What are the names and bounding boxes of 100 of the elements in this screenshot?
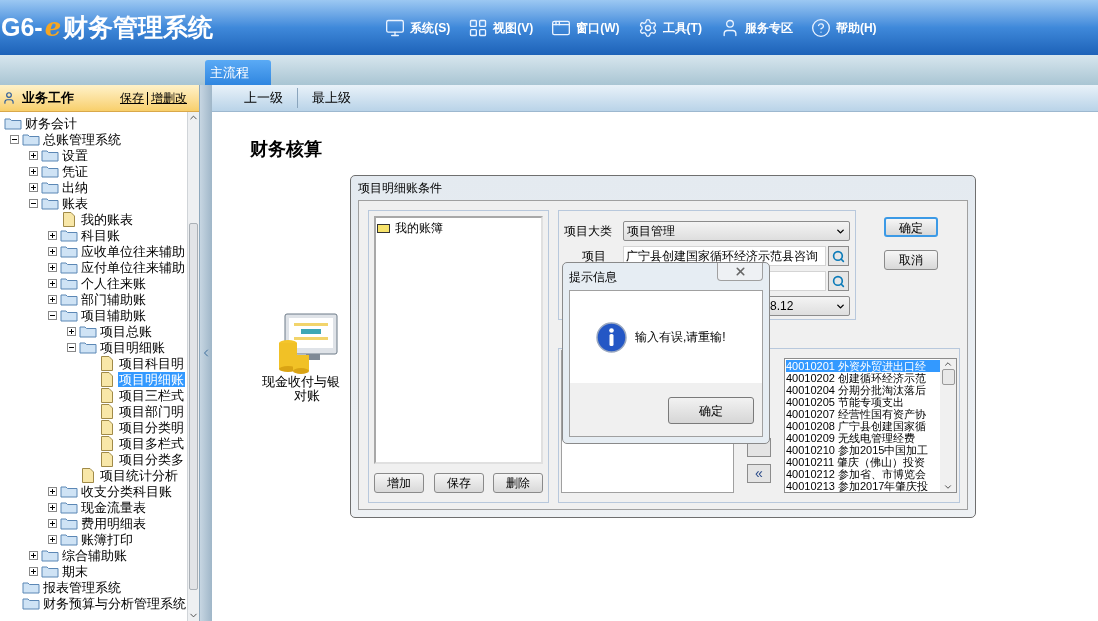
collapse-icon[interactable] [48, 310, 57, 320]
tree-item[interactable]: 项目部门明 [118, 403, 185, 419]
tree-item[interactable]: 财务会计 [24, 115, 78, 131]
tree-item[interactable]: 账表 [61, 195, 89, 211]
close-button[interactable] [717, 263, 763, 281]
tree-item[interactable]: 项目分类明 [118, 419, 185, 435]
tree-item[interactable]: 部门辅助账 [80, 291, 147, 307]
collapse-icon[interactable] [10, 134, 19, 144]
menu-item[interactable]: 系统(S) [410, 18, 451, 37]
dialog-button[interactable]: 删除 [493, 473, 543, 493]
menu-item[interactable]: 工具(T) [662, 18, 702, 37]
scrollbar-thumb[interactable] [189, 223, 198, 590]
scrollbar[interactable] [187, 112, 199, 621]
dialog-button[interactable]: 增加 [374, 473, 424, 493]
menu-item[interactable]: 视图(V) [493, 18, 534, 37]
tree-item[interactable]: 财务预算与分析管理系统 [42, 595, 187, 611]
tree-item[interactable]: 凭证 [61, 163, 89, 179]
search-button[interactable] [828, 271, 849, 291]
toolbar-button[interactable]: 最上级 [300, 88, 363, 108]
settings-icon[interactable] [637, 17, 658, 38]
collapse-icon[interactable] [29, 198, 38, 208]
expand-icon[interactable] [48, 278, 57, 288]
dialog-button[interactable]: 确定 [884, 217, 938, 237]
grid-icon[interactable] [468, 17, 489, 38]
tree-item[interactable]: 项目总账 [99, 323, 153, 339]
tree-item[interactable]: 应收单位往来辅助 [80, 243, 186, 259]
tree-item[interactable]: 个人往来账 [80, 275, 147, 291]
tree-item[interactable]: 期末 [61, 563, 89, 579]
expand-icon[interactable] [48, 246, 57, 256]
project-name: 外资外贸进出口经 [837, 360, 926, 372]
project-name: 肇庆（佛山）投资 [837, 456, 926, 468]
toolbar-button[interactable]: 上一级 [232, 88, 295, 108]
document-icon [101, 355, 113, 371]
expand-icon[interactable] [48, 262, 57, 272]
folder-icon [60, 308, 78, 322]
dialog-button[interactable]: 保存 [433, 473, 484, 493]
expand-icon[interactable] [48, 518, 57, 528]
tree-item[interactable]: 报表管理系统 [42, 579, 122, 595]
scroll-up-icon[interactable] [943, 359, 953, 369]
tree-item[interactable]: 项目明细账 [99, 339, 166, 355]
menu-item[interactable]: 帮助(H) [835, 18, 877, 37]
list-item[interactable]: 40010209 无线电管理经费 [786, 432, 940, 444]
list-item[interactable]: 40010202 创建循环经济示范 [786, 372, 940, 384]
expand-icon[interactable] [48, 502, 57, 512]
computer-coins-icon[interactable] [276, 313, 338, 375]
expand-icon[interactable] [48, 230, 57, 240]
node-label: 对账 [294, 389, 320, 403]
tree-item[interactable]: 费用明细表 [80, 515, 147, 531]
tree-item[interactable]: 项目科目明 [118, 355, 185, 371]
tree-item[interactable]: 科目账 [80, 227, 121, 243]
dialog-title: 项目明细账条件 [358, 180, 443, 197]
sidebar-link[interactable]: 保存 [120, 89, 144, 107]
scroll-down-icon[interactable] [943, 482, 953, 492]
list-item[interactable]: 40010212 参加省、市博览会 [786, 468, 940, 480]
list-item[interactable]: 40010211 肇庆（佛山）投资 [786, 456, 940, 468]
list-item[interactable]: 我的账簿 [395, 219, 443, 237]
expand-icon[interactable] [48, 294, 57, 304]
help-icon[interactable] [810, 17, 831, 38]
tree-item[interactable]: 项目多栏式 [118, 435, 185, 451]
tree-item[interactable]: 总账管理系统 [42, 131, 122, 147]
tree-item[interactable]: 项目三栏式 [118, 387, 185, 403]
tree-item[interactable]: 我的账表 [80, 211, 134, 227]
move-button[interactable]: « [747, 464, 771, 483]
search-button[interactable] [828, 246, 849, 266]
dialog-button[interactable]: 取消 [884, 250, 938, 270]
document-icon [101, 403, 113, 419]
expand-icon[interactable] [48, 534, 57, 544]
sidebar-link[interactable]: 增删改 [151, 89, 187, 107]
list-item[interactable]: 40010205 节能专项支出 [786, 396, 940, 408]
tree-item[interactable]: 项目辅助账 [80, 307, 147, 323]
expand-icon[interactable] [48, 486, 57, 496]
menu-item[interactable]: 服务专区 [744, 18, 793, 37]
ok-button[interactable]: 确定 [668, 397, 754, 424]
expand-icon[interactable] [67, 326, 76, 336]
close-icon[interactable] [733, 265, 747, 278]
tree-item[interactable]: 收支分类科目账 [80, 483, 173, 499]
expand-icon[interactable] [29, 150, 38, 160]
tree-item[interactable]: 综合辅助账 [61, 547, 128, 563]
tree-item[interactable]: 项目统计分析 [99, 467, 179, 483]
list-item[interactable]: 40010207 经营性国有资产协 [786, 408, 940, 420]
tree-item[interactable]: 现金流量表 [80, 499, 147, 515]
list-item[interactable]: 40010213 参加2017年肇庆投 [786, 480, 940, 492]
collapse-icon[interactable] [67, 342, 76, 352]
list-item[interactable]: 40010208 广宁县创建国家循 [786, 420, 940, 432]
list-item[interactable]: 40010204 分期分批淘汰落后 [786, 384, 940, 396]
category-select[interactable]: 项目管理 [623, 221, 850, 241]
tree-item[interactable]: 设置 [61, 147, 89, 163]
tree-item[interactable]: 账簿打印 [80, 531, 134, 547]
list-item[interactable]: 40010210 参加2015中国加工 [786, 444, 940, 456]
monitor-icon[interactable] [385, 17, 406, 38]
scrollbar[interactable] [940, 359, 956, 492]
tree-item[interactable]: 出纳 [61, 179, 89, 195]
expand-icon[interactable] [29, 550, 38, 560]
expand-icon[interactable] [29, 182, 38, 192]
tree-item[interactable]: 项目分类多 [118, 451, 185, 467]
tree-item[interactable]: 应付单位往来辅助 [80, 259, 186, 275]
scrollbar-thumb[interactable] [941, 369, 955, 385]
expand-icon[interactable] [29, 166, 38, 176]
menu-item[interactable]: 窗口(W) [576, 18, 620, 37]
expand-icon[interactable] [29, 566, 38, 576]
